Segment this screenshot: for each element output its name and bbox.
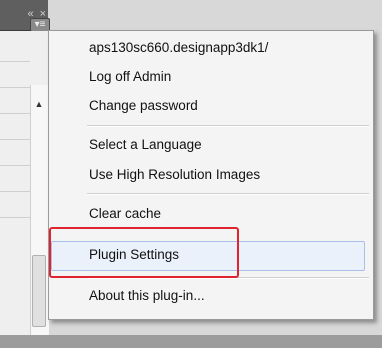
menu-item-select-language[interactable]: Select a Language bbox=[89, 137, 202, 152]
red-highlight-box bbox=[49, 227, 239, 278]
menu-item-clear-cache[interactable]: Clear cache bbox=[89, 206, 161, 221]
menu-item-server[interactable]: aps130sc660.designapp3dk1/ bbox=[89, 40, 268, 55]
panel-divider bbox=[0, 191, 30, 192]
panel-divider bbox=[0, 217, 30, 218]
menu-item-about-plugin[interactable]: About this plug-in... bbox=[89, 288, 205, 303]
menu-item-change-password[interactable]: Change password bbox=[89, 98, 198, 113]
menu-separator bbox=[87, 125, 369, 127]
bottom-strip bbox=[0, 335, 382, 348]
panel-divider bbox=[0, 139, 30, 140]
panel-menu-icon[interactable]: ▾≡ bbox=[30, 18, 50, 32]
menu-item-log-off[interactable]: Log off Admin bbox=[89, 69, 171, 84]
menu-separator bbox=[87, 193, 369, 195]
panel-divider bbox=[0, 87, 30, 88]
panel-divider bbox=[0, 165, 30, 166]
menu-item-high-res-images[interactable]: Use High Resolution Images bbox=[89, 167, 260, 182]
scroll-up-arrow-icon[interactable]: ▲ bbox=[30, 97, 48, 111]
panel-divider bbox=[0, 61, 30, 62]
flyout-menu: aps130sc660.designapp3dk1/ Log off Admin… bbox=[48, 30, 374, 320]
panel-divider bbox=[0, 113, 30, 114]
scrollbar-thumb[interactable] bbox=[32, 255, 46, 327]
panel-header: « × ▾≡ bbox=[0, 0, 50, 32]
